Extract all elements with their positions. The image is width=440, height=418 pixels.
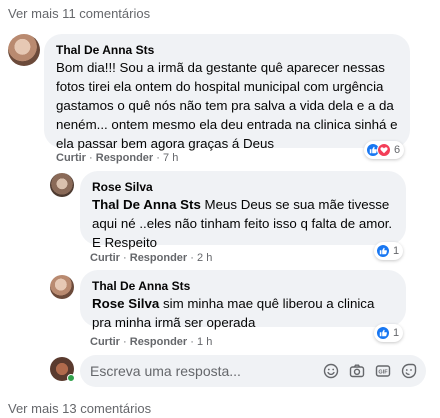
smiley-icon[interactable] <box>322 362 340 380</box>
separator: · <box>123 252 130 264</box>
comment-time[interactable]: 2 h <box>197 252 212 264</box>
mention-link[interactable]: Thal De Anna Sts <box>92 197 201 212</box>
separator: · <box>89 152 96 164</box>
comment-actions: Curtir · Responder · 7 h <box>56 151 178 165</box>
comment-text: Rose Silva sim minha mae quê liberou a c… <box>92 294 394 332</box>
reaction-count: 1 <box>393 245 400 257</box>
reaction-summary[interactable]: 1 <box>374 324 404 342</box>
reply-button[interactable]: Responder <box>96 152 153 164</box>
like-button[interactable]: Curtir <box>90 336 120 348</box>
avatar[interactable] <box>8 34 40 66</box>
like-button[interactable]: Curtir <box>90 252 120 264</box>
like-reaction-icon <box>376 326 390 340</box>
comment-time[interactable]: 1 h <box>197 336 212 348</box>
svg-text:GIF: GIF <box>378 370 388 376</box>
separator: · <box>123 336 130 348</box>
love-reaction-icon <box>377 143 391 157</box>
gif-icon[interactable]: GIF <box>374 362 392 380</box>
comment-author[interactable]: Thal De Anna Sts <box>56 42 398 58</box>
comment-text: Bom dia!!! Sou a irmã da gestante quê ap… <box>56 60 398 151</box>
reaction-count: 6 <box>394 144 401 156</box>
view-more-comments-link[interactable]: Ver mais 11 comentários <box>8 6 150 21</box>
comment-bubble: Thal De Anna Sts Bom dia!!! Sou a irmã d… <box>44 34 410 151</box>
reply-bubble: Rose Silva Thal De Anna Sts Meus Deus se… <box>80 171 406 250</box>
view-more-comments-link[interactable]: Ver mais 13 comentários <box>8 401 151 416</box>
online-status-dot <box>67 374 75 382</box>
reply-composer: GIF <box>80 355 426 387</box>
avatar[interactable] <box>50 173 74 197</box>
sticker-icon[interactable] <box>400 362 418 380</box>
comment-time[interactable]: 7 h <box>163 152 178 164</box>
comment-actions: Curtir · Responder · 2 h <box>90 251 212 265</box>
reply-button[interactable]: Responder <box>130 336 187 348</box>
comment-actions: Curtir · Responder · 1 h <box>90 335 212 349</box>
mention-link[interactable]: Rose Silva <box>92 296 159 311</box>
separator: · <box>190 252 198 264</box>
comment-author[interactable]: Rose Silva <box>92 179 394 195</box>
reaction-summary[interactable]: 1 <box>374 242 404 260</box>
reaction-count: 1 <box>393 327 400 339</box>
like-button[interactable]: Curtir <box>56 152 86 164</box>
separator: · <box>156 152 164 164</box>
reply-bubble: Thal De Anna Sts Rose Silva sim minha ma… <box>80 270 406 330</box>
camera-icon[interactable] <box>348 362 366 380</box>
avatar[interactable] <box>50 275 74 299</box>
comment-text: Thal De Anna Sts Meus Deus se sua mãe ti… <box>92 195 394 252</box>
reply-button[interactable]: Responder <box>130 252 187 264</box>
reply-input[interactable] <box>90 363 314 379</box>
reaction-summary[interactable]: 6 <box>364 141 405 159</box>
separator: · <box>190 336 198 348</box>
like-reaction-icon <box>376 244 390 258</box>
comment-author[interactable]: Thal De Anna Sts <box>92 278 394 294</box>
